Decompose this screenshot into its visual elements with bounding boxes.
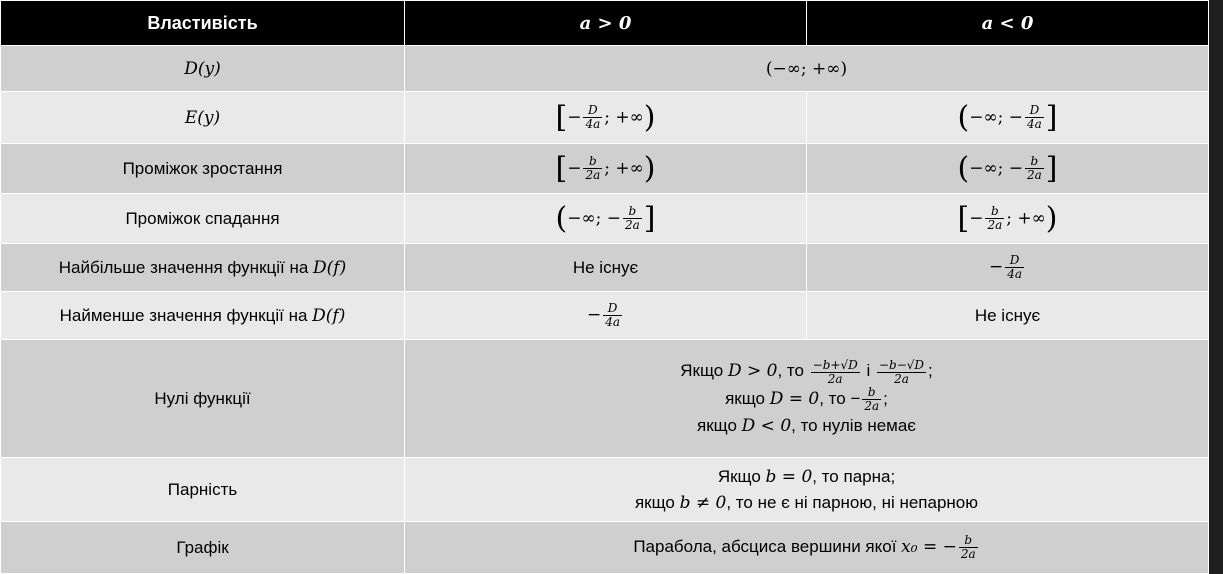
max-a-negative: − D 4a xyxy=(806,243,1209,292)
bracket-close: ) xyxy=(643,99,656,135)
range-tail: ; +∞ xyxy=(604,106,644,127)
row-decrease: Проміжок спадання (−∞; − b 2a] [− b 2a; +∞) xyxy=(0,193,1209,244)
parity-label: Парність xyxy=(0,457,405,522)
increase-label: Проміжок зростання xyxy=(0,143,405,194)
graph-label: Графік xyxy=(0,521,405,574)
range-head: −∞; − xyxy=(969,106,1023,127)
range-a-positive: [− D 4a; +∞) xyxy=(404,91,807,144)
zeros-value: Якщо D > 0, то −b+√D 2a і −b−√D 2a; якщо D… xyxy=(404,339,1209,458)
properties-table-container: Властивість a > 0 a < 0 D(y) (−∞; +∞) E(… xyxy=(0,0,1209,574)
parity-value: Якщо b = 0, то парна; якщо b ≠ 0, то не … xyxy=(404,457,1209,522)
row-parity: Парність Якщо b = 0, то парна; якщо b ≠ … xyxy=(0,457,1209,522)
fraction: D 4a xyxy=(603,301,623,329)
min-a-positive: − D 4a xyxy=(404,291,807,340)
fraction: b 2a xyxy=(622,204,642,232)
bracket-open: ( xyxy=(957,99,970,135)
range-label: E(y) xyxy=(0,91,405,144)
min-a-negative: Не існує xyxy=(806,291,1209,340)
fraction: b 2a xyxy=(985,204,1005,232)
domain-label: D(y) xyxy=(0,45,405,92)
domain-value: (−∞; +∞) xyxy=(404,45,1209,92)
header-property: Властивість xyxy=(0,0,405,46)
bracket-open: [ xyxy=(555,99,568,135)
quadratic-properties-table: Властивість a > 0 a < 0 D(y) (−∞; +∞) E(… xyxy=(0,0,1209,574)
decrease-a-negative: [− b 2a; +∞) xyxy=(806,193,1209,244)
zeros-label: Нулі функції xyxy=(0,339,405,458)
row-increase: Проміжок зростання [− b 2a; +∞) (−∞; − b 2a] xyxy=(0,143,1209,194)
row-range: E(y) [− D 4a; +∞) (−∞; − D 4a] xyxy=(0,91,1209,144)
header-row: Властивість a > 0 a < 0 xyxy=(0,0,1209,46)
increase-a-positive: [− b 2a; +∞) xyxy=(404,143,807,194)
row-domain: D(y) (−∞; +∞) xyxy=(0,45,1209,92)
fraction: D 4a xyxy=(583,103,603,131)
header-a-negative: a < 0 xyxy=(806,0,1209,46)
decrease-label: Проміжок спадання xyxy=(0,193,405,244)
increase-a-negative: (−∞; − b 2a] xyxy=(806,143,1209,194)
min-label: Найменше значення функції на D(f) xyxy=(0,291,405,340)
decrease-a-positive: (−∞; − b 2a] xyxy=(404,193,807,244)
row-max: Найбільше значення функції на D(f) Не іс… xyxy=(0,243,1209,292)
graph-value: Парабола, абсциса вершини якої x₀ = − b 2a xyxy=(404,521,1209,574)
row-zeros: Нулі функції Якщо D > 0, то −b+√D 2a і −b… xyxy=(0,339,1209,458)
fraction: D 4a xyxy=(1005,253,1025,281)
row-graph: Графік Парабола, абсциса вершини якої x₀… xyxy=(0,521,1209,574)
minus-sign: − xyxy=(567,106,582,127)
max-label: Найбільше значення функції на D(f) xyxy=(0,243,405,292)
header-a-positive: a > 0 xyxy=(404,0,807,46)
range-a-negative: (−∞; − D 4a] xyxy=(806,91,1209,144)
row-min: Найменше значення функції на D(f) − D 4a Н… xyxy=(0,291,1209,340)
fraction: b 2a xyxy=(1024,154,1044,182)
fraction: D 4a xyxy=(1024,103,1044,131)
max-a-positive: Не існує xyxy=(404,243,807,292)
fraction: b 2a xyxy=(583,154,603,182)
bracket-close: ] xyxy=(1045,99,1058,135)
